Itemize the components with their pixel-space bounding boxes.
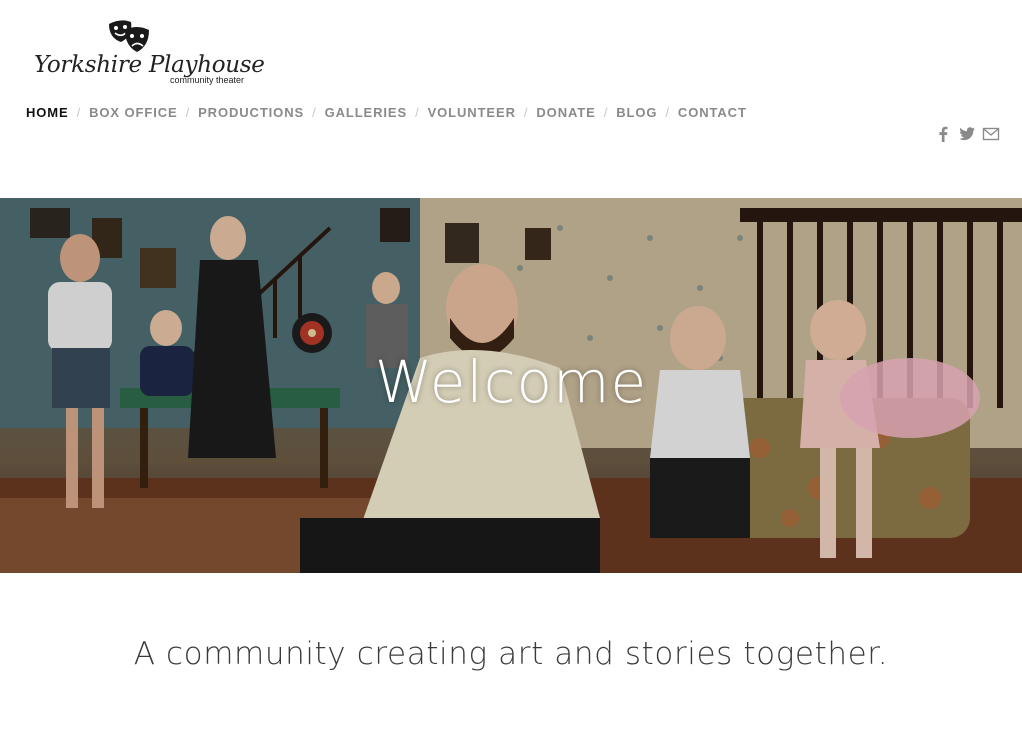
nav-separator: /: [603, 105, 609, 120]
nav-item-box-office[interactable]: BOX OFFICE: [89, 105, 177, 120]
nav-separator: /: [312, 105, 317, 120]
nav-item-productions[interactable]: PRODUCTIONS: [198, 105, 304, 120]
mail-icon[interactable]: [982, 125, 1000, 143]
nav-item-contact[interactable]: CONTACT: [678, 105, 747, 120]
logo-subtitle: community theater: [170, 75, 245, 85]
nav-separator: /: [523, 105, 529, 120]
nav-separator: /: [185, 105, 191, 120]
page: Yorkshire Playhouse community theater HO…: [0, 0, 1022, 746]
hero-title: Welcome: [374, 348, 648, 416]
site-logo[interactable]: Yorkshire Playhouse community theater: [30, 18, 265, 90]
nav-item-donate[interactable]: DONATE: [536, 105, 595, 120]
main-nav: HOME / BOX OFFICE / PRODUCTIONS / GALLER…: [26, 105, 747, 120]
hero-banner: Welcome: [0, 198, 1022, 573]
social-links: [934, 125, 1000, 143]
nav-item-home[interactable]: HOME: [26, 105, 69, 120]
facebook-icon[interactable]: [934, 125, 952, 143]
nav-separator: /: [76, 105, 82, 120]
nav-separator: /: [415, 105, 420, 120]
twitter-icon[interactable]: [958, 125, 976, 143]
nav-separator: /: [665, 105, 670, 120]
tagline: A community creating art and stories tog…: [133, 636, 889, 672]
nav-item-galleries[interactable]: GALLERIES: [325, 105, 408, 120]
theater-masks-icon: [109, 20, 149, 52]
nav-item-volunteer[interactable]: VOLUNTEER: [428, 105, 516, 120]
nav-item-blog[interactable]: BLOG: [616, 105, 657, 120]
